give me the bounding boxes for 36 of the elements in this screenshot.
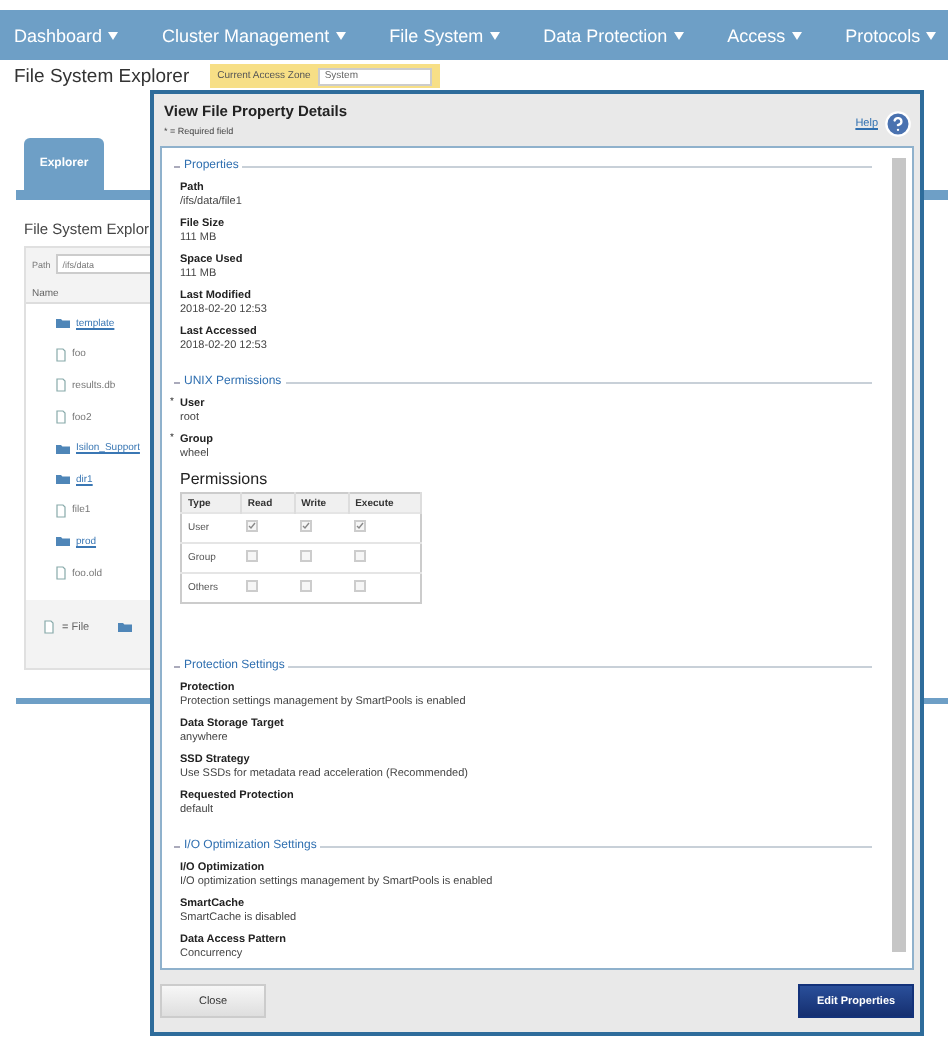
checkbox[interactable] [246,580,259,592]
folder-icon [117,622,132,632]
folder-icon [56,474,70,485]
help-icon[interactable] [884,110,912,138]
caret-icon [791,31,802,39]
nav-menu-item[interactable]: Dashboard [14,25,119,45]
file-icon [56,378,66,393]
checkbox[interactable] [300,550,313,562]
page-title: File System Explorer [14,65,190,87]
caret-icon [673,31,684,39]
checkbox[interactable] [246,550,259,562]
checkbox[interactable] [300,520,313,532]
checkbox[interactable] [354,580,367,592]
checkbox[interactable] [354,520,367,532]
permissions-heading: Permissions [178,470,270,488]
file-icon [56,566,66,581]
checkbox[interactable] [300,580,313,592]
caret-icon [335,31,346,39]
nav-menu-item[interactable]: File System [389,25,500,45]
folder-icon [56,536,70,547]
nav-menu-item[interactable]: Cluster Management [162,25,346,45]
caret-icon [926,31,937,39]
file-icon [56,503,66,518]
file-icon [44,620,54,634]
caret-icon [489,31,500,39]
file-icon [56,347,66,362]
scrollbar[interactable] [892,158,906,952]
folder-icon [56,318,70,329]
nav-menu-item[interactable]: Access [727,25,802,45]
nav-menu-item[interactable]: Data Protection [543,25,684,45]
checkbox[interactable] [354,550,367,562]
caret-icon [108,31,119,39]
checkbox[interactable] [246,520,259,532]
folder-icon [56,443,70,454]
file-icon [56,410,66,425]
nav-menu-item[interactable]: Protocols [845,25,937,45]
